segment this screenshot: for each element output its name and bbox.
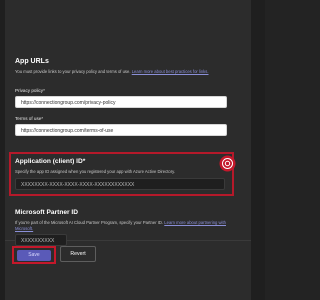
save-button[interactable]: Save (17, 249, 51, 261)
partner-id-field[interactable]: XXXXXXXXXX (15, 234, 67, 246)
terms-of-use-input[interactable]: https://connectiongroup.com/terms-of-use (15, 124, 227, 136)
privacy-policy-label: Privacy policy* (15, 88, 45, 93)
partner-id-description: If you're part of the Microsoft AI Cloud… (15, 220, 227, 232)
app-id-input[interactable]: XXXXXXXX-XXXX-XXXX-XXXX-XXXXXXXXXXXX (15, 178, 225, 190)
app-urls-description: You must provide links to your privacy p… (15, 69, 227, 75)
app-id-description: Specify the app ID assigned when you reg… (15, 169, 176, 174)
partner-id-title: Microsoft Partner ID (15, 209, 79, 216)
privacy-policy-input[interactable]: https://connectiongroup.com/privacy-poli… (15, 96, 227, 108)
app-urls-description-text: You must provide links to your privacy p… (15, 69, 131, 74)
right-gutter (251, 0, 265, 300)
app-urls-title: App URLs (15, 58, 49, 65)
revert-button[interactable]: Revert (60, 246, 96, 262)
target-icon (219, 155, 236, 172)
terms-of-use-label: Terms of use* (15, 116, 44, 121)
save-button-highlight[interactable]: Save (12, 246, 56, 264)
partner-id-description-text: If you're part of the Microsoft AI Cloud… (15, 220, 164, 225)
app-id-title: Application (client) ID* (15, 158, 86, 165)
best-practices-link[interactable]: Learn more about best practices for link… (132, 69, 209, 74)
